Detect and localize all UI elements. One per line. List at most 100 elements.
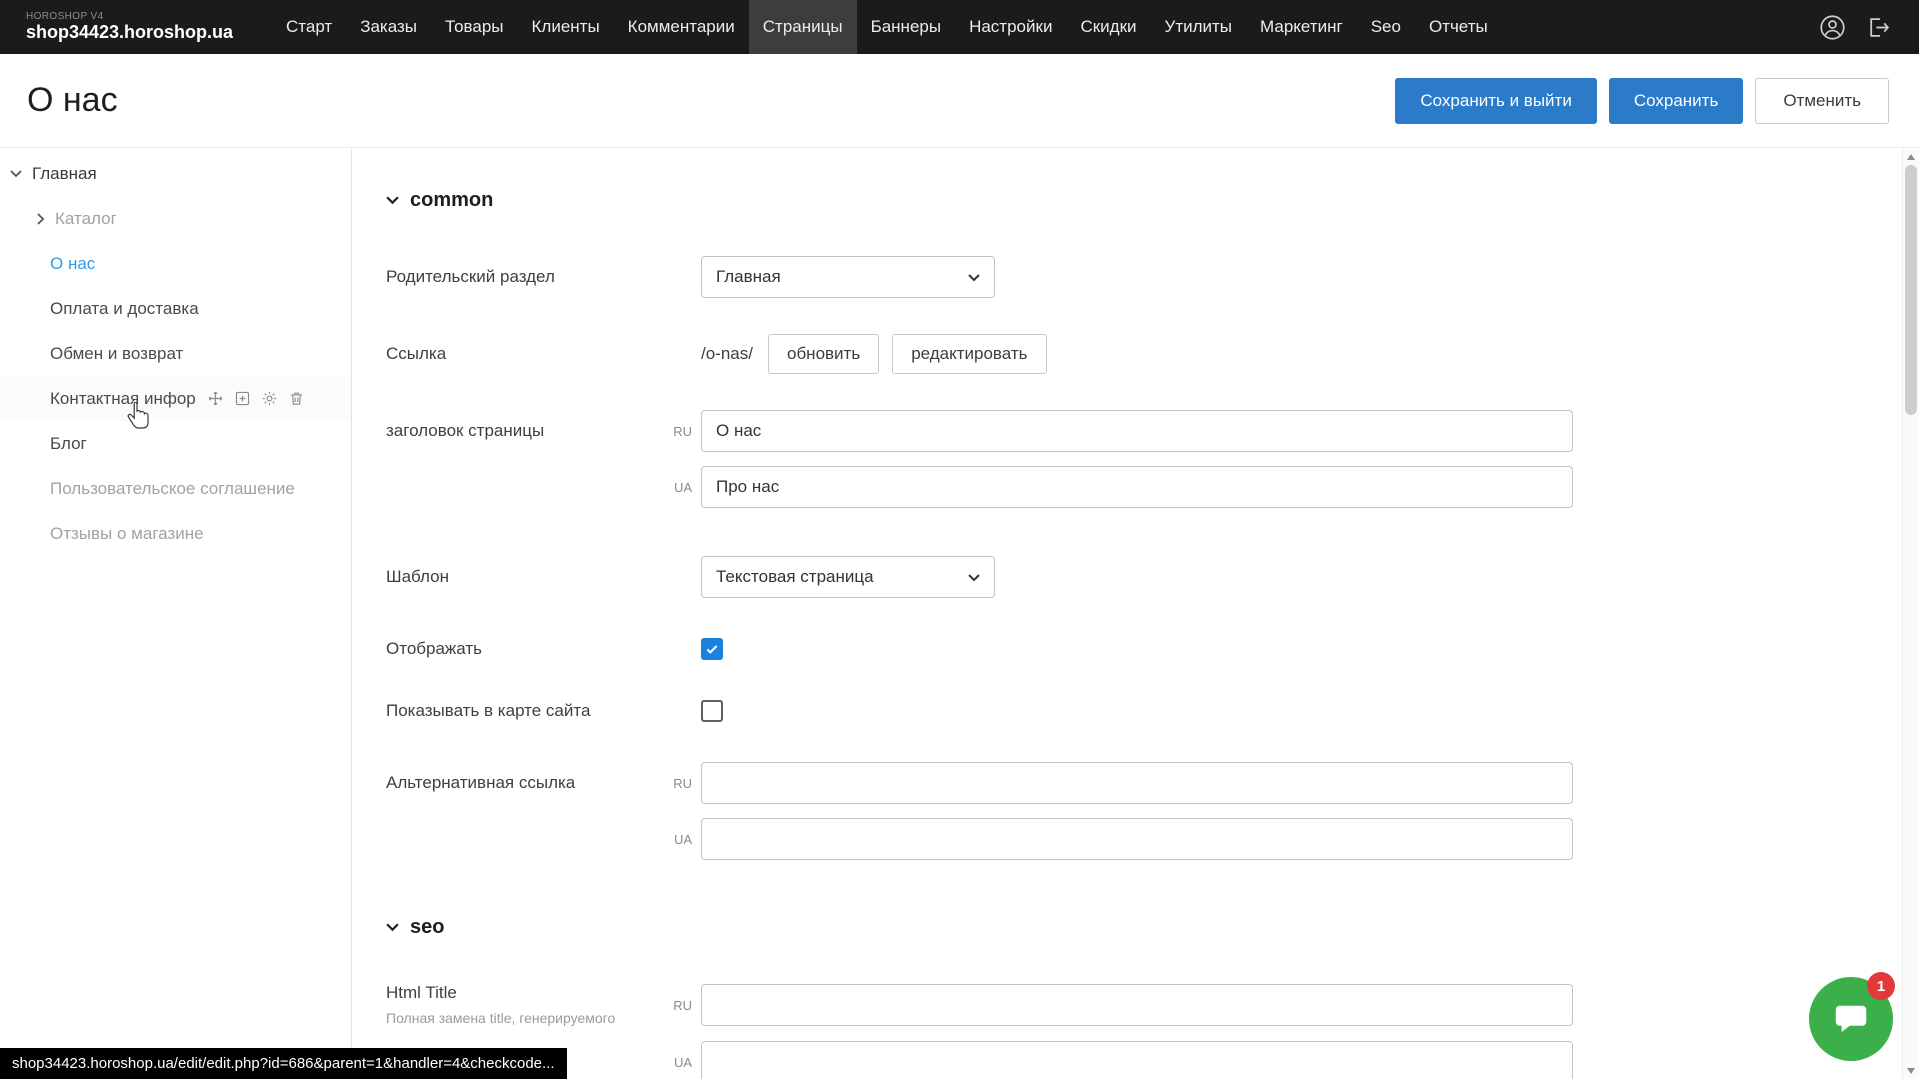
brand-logo[interactable]: HOROSHOP V4 shop34423.horoshop.ua: [0, 11, 272, 43]
tree-item-o-nas[interactable]: О нас: [0, 241, 351, 286]
tree-item-label: Каталог: [55, 209, 117, 229]
chevron-down-icon: [386, 196, 399, 205]
tree-item-polzovatelskoe[interactable]: Пользовательское соглашение: [0, 466, 351, 511]
edit-link-button[interactable]: редактировать: [892, 334, 1046, 374]
field-page-heading-ua: UA: [386, 466, 1902, 508]
tree-item-obmen[interactable]: Обмен и возврат: [0, 331, 351, 376]
tree-item-glavnaya[interactable]: Главная: [0, 151, 351, 196]
field-parent-section: Родительский раздел Главная: [386, 256, 1902, 298]
add-icon[interactable]: [234, 390, 251, 407]
pages-tree-sidebar: Главная Каталог О нас Оплата и доставка …: [0, 149, 352, 1079]
tree-item-label: Контактная инфор: [50, 389, 196, 409]
nav-item-reports[interactable]: Отчеты: [1415, 0, 1502, 54]
nav-item-seo[interactable]: Seo: [1357, 0, 1415, 54]
field-page-heading-ru: заголовок страницы RU: [386, 410, 1902, 452]
topbar-right: [1819, 14, 1919, 41]
tree-item-label: Пользовательское соглашение: [50, 479, 295, 499]
main-nav: Старт Заказы Товары Клиенты Комментарии …: [272, 0, 1502, 54]
page-heading-ru-input[interactable]: [701, 410, 1573, 452]
refresh-link-button[interactable]: обновить: [768, 334, 879, 374]
chevron-right-icon[interactable]: [37, 213, 45, 225]
tree-item-katalog[interactable]: Каталог: [0, 196, 351, 241]
page-header: О нас Сохранить и выйти Сохранить Отмени…: [0, 54, 1919, 148]
page-title: О нас: [27, 81, 118, 120]
scrollbar-thumb[interactable]: [1905, 165, 1917, 415]
nav-item-utilities[interactable]: Утилиты: [1151, 0, 1247, 54]
scroll-up-icon[interactable]: [1907, 154, 1915, 160]
alt-link-ru-input[interactable]: [701, 762, 1573, 804]
status-url-bar: shop34423.horoshop.ua/edit/edit.php?id=6…: [0, 1048, 567, 1079]
tree-item-kontaktnaya[interactable]: Контактная инфор: [0, 376, 351, 421]
field-label: Html Title: [386, 983, 658, 1003]
section-common[interactable]: common: [386, 189, 1902, 212]
field-html-title-ua: UA: [386, 1041, 1902, 1079]
lang-badge-ua: UA: [658, 832, 692, 847]
chat-bubble-icon: [1831, 997, 1871, 1042]
tree-item-label: Обмен и возврат: [50, 344, 183, 364]
display-checkbox[interactable]: [701, 638, 723, 660]
lang-badge-ua: UA: [658, 480, 692, 495]
cancel-button[interactable]: Отменить: [1755, 78, 1889, 124]
tree-item-label: Отзывы о магазине: [50, 524, 204, 544]
chevron-down-icon: [968, 267, 980, 287]
field-label: Отображать: [386, 639, 701, 659]
section-title: seo: [410, 916, 444, 939]
move-icon[interactable]: [207, 390, 224, 407]
settings-icon[interactable]: [261, 390, 278, 407]
delete-icon[interactable]: [288, 390, 305, 407]
sitemap-checkbox[interactable]: [701, 700, 723, 722]
logout-icon[interactable]: [1866, 15, 1891, 40]
field-hint: Полная замена title, генерируемого: [386, 1009, 658, 1027]
lang-badge-ua: UA: [658, 1055, 692, 1070]
field-label: Показывать в карте сайта: [386, 701, 701, 721]
tree-item-label: Блог: [50, 434, 87, 454]
tree-item-otzyvy[interactable]: Отзывы о магазине: [0, 511, 351, 556]
nav-item-discounts[interactable]: Скидки: [1066, 0, 1150, 54]
parent-section-select[interactable]: Главная: [701, 256, 995, 298]
field-label: Родительский раздел: [386, 267, 701, 287]
chat-widget-button[interactable]: 1: [1809, 977, 1893, 1061]
page-heading-ua-input[interactable]: [701, 466, 1573, 508]
nav-item-banners[interactable]: Баннеры: [857, 0, 956, 54]
template-select[interactable]: Текстовая страница: [701, 556, 995, 598]
nav-item-comments[interactable]: Комментарии: [614, 0, 749, 54]
alt-link-ua-input[interactable]: [701, 818, 1573, 860]
section-seo[interactable]: seo: [386, 916, 1902, 939]
tree-item-blog[interactable]: Блог: [0, 421, 351, 466]
field-label: Шаблон: [386, 567, 701, 587]
nav-item-marketing[interactable]: Маркетинг: [1246, 0, 1357, 54]
field-alt-link-ru: Альтернативная ссылка RU: [386, 762, 1902, 804]
field-label-group: Html Title Полная замена title, генериру…: [386, 983, 658, 1027]
chevron-down-icon: [968, 567, 980, 587]
nav-item-start[interactable]: Старт: [272, 0, 346, 54]
lang-badge-ru: RU: [658, 998, 692, 1013]
field-sitemap: Показывать в карте сайта: [386, 700, 1902, 722]
chevron-down-icon: [386, 923, 399, 932]
brand-domain: shop34423.horoshop.ua: [26, 22, 272, 43]
nav-item-orders[interactable]: Заказы: [346, 0, 431, 54]
link-path-value: /o-nas/: [701, 344, 753, 364]
html-title-ru-input[interactable]: [701, 984, 1573, 1026]
nav-item-clients[interactable]: Клиенты: [518, 0, 614, 54]
page-edit-form: common Родительский раздел Главная Ссылк…: [353, 149, 1902, 1079]
field-html-title-ru: Html Title Полная замена title, генериру…: [386, 983, 1902, 1027]
tree-item-label: Оплата и доставка: [50, 299, 199, 319]
save-and-exit-button[interactable]: Сохранить и выйти: [1395, 78, 1596, 124]
field-link: Ссылка /o-nas/ обновить редактировать: [386, 334, 1902, 374]
chevron-down-icon[interactable]: [10, 170, 22, 178]
html-title-ua-input[interactable]: [701, 1041, 1573, 1079]
nav-item-pages[interactable]: Страницы: [749, 0, 857, 54]
header-buttons: Сохранить и выйти Сохранить Отменить: [1395, 78, 1889, 124]
field-display: Отображать: [386, 638, 1902, 660]
select-value: Главная: [716, 267, 781, 287]
tree-item-label: Главная: [32, 164, 97, 184]
save-button[interactable]: Сохранить: [1609, 78, 1743, 124]
vertical-scrollbar[interactable]: [1902, 149, 1919, 1079]
nav-item-settings[interactable]: Настройки: [955, 0, 1066, 54]
user-account-icon[interactable]: [1819, 14, 1846, 41]
chat-unread-badge: 1: [1867, 972, 1895, 1000]
nav-item-products[interactable]: Товары: [431, 0, 517, 54]
tree-item-oplata[interactable]: Оплата и доставка: [0, 286, 351, 331]
field-label: Ссылка: [386, 344, 701, 364]
scroll-down-icon[interactable]: [1907, 1068, 1915, 1074]
